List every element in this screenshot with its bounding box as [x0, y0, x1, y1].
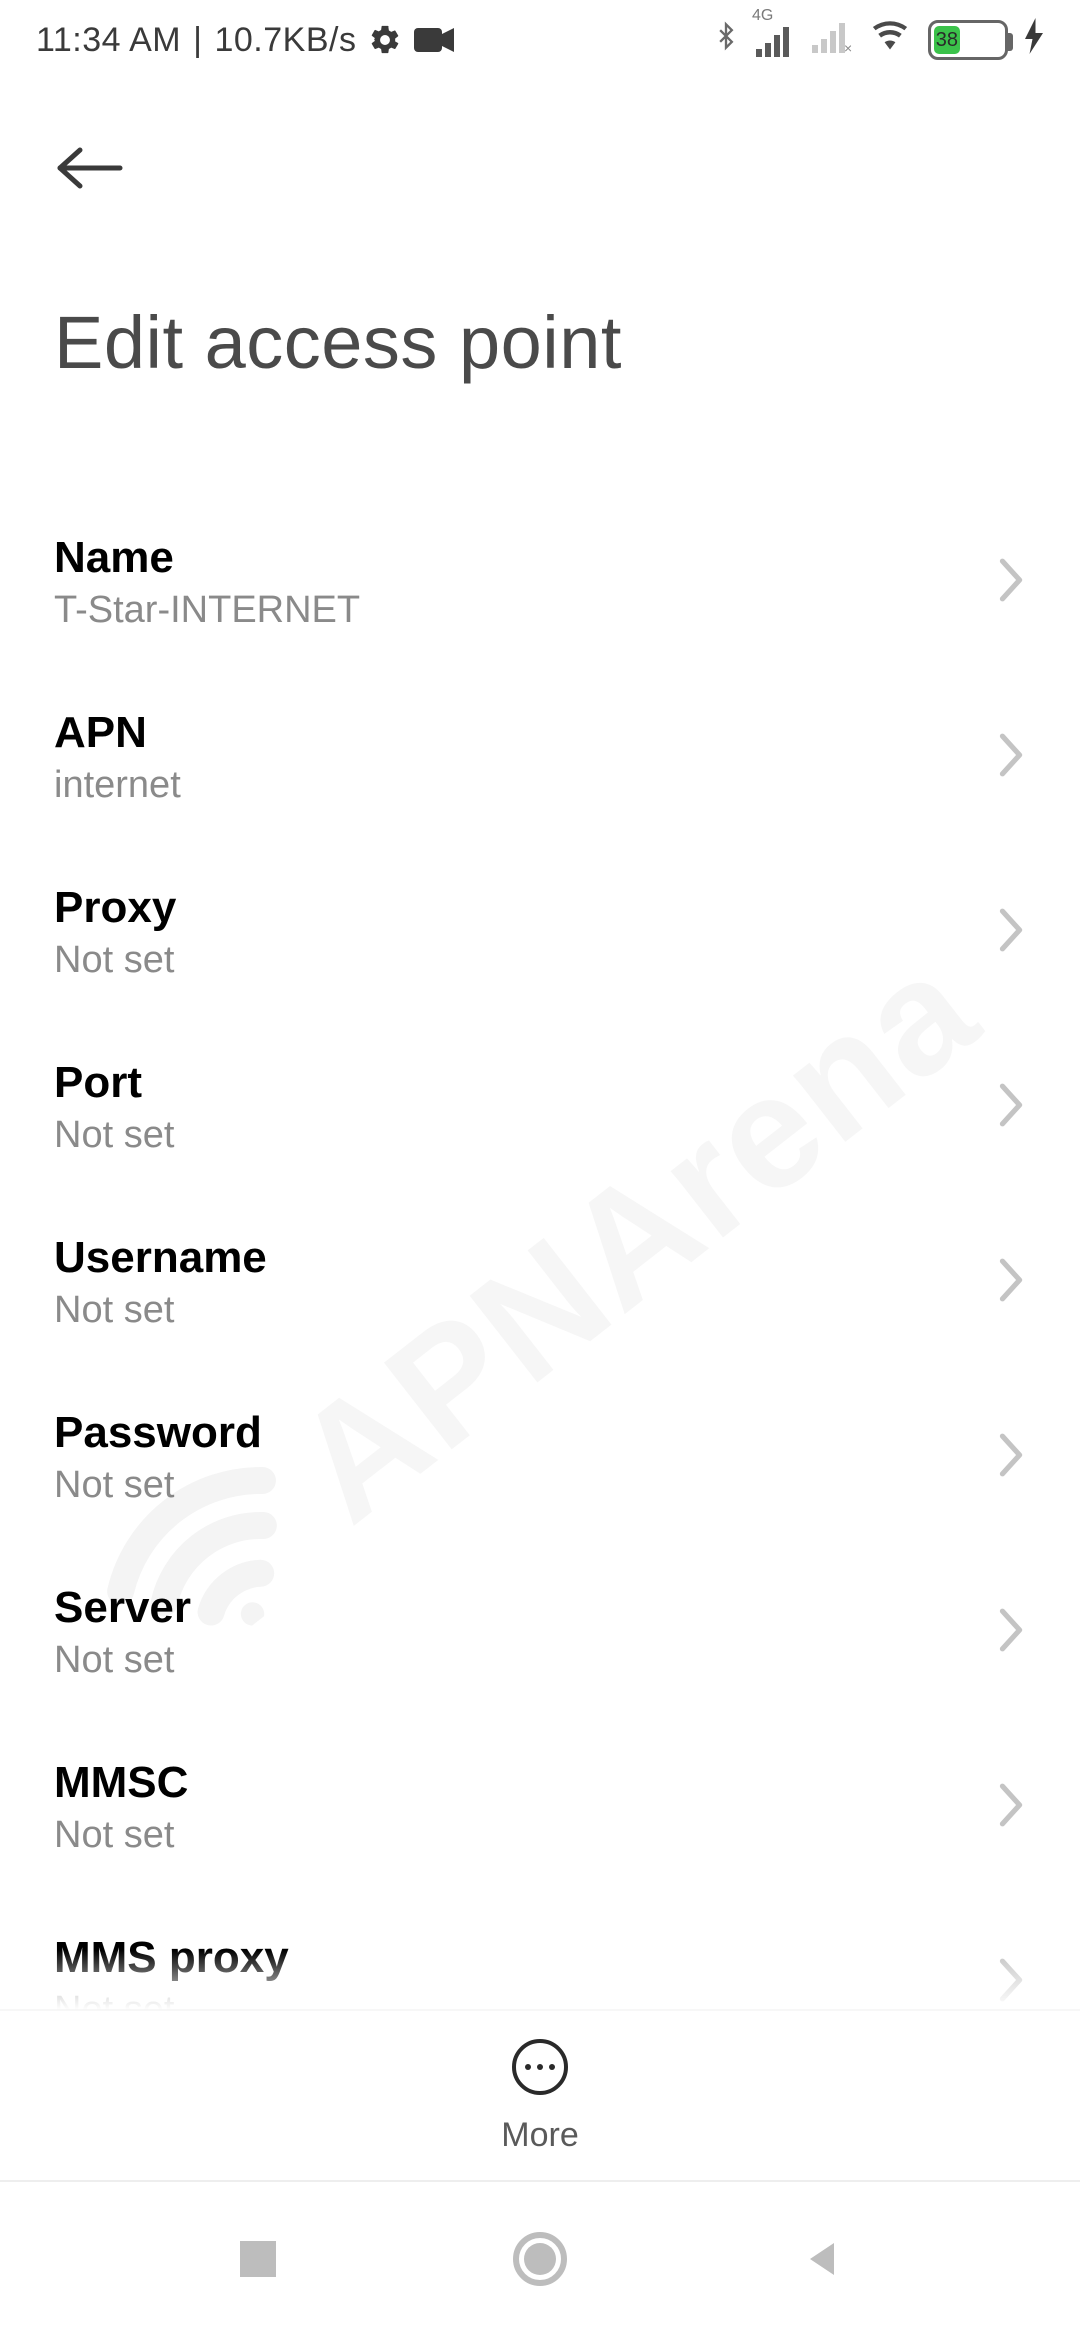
battery-level: 38 [934, 26, 960, 54]
battery-icon: 38 [928, 20, 1008, 60]
setting-label: MMSC [54, 1758, 976, 1808]
setting-label: Server [54, 1583, 976, 1633]
status-speed: 10.7KB/s [214, 21, 356, 60]
page-title: Edit access point [54, 300, 1026, 385]
setting-row-proxy[interactable]: Proxy Not set [0, 845, 1080, 1020]
setting-value: Not set [54, 1289, 976, 1332]
setting-label: Name [54, 533, 976, 583]
camera-icon [414, 26, 454, 54]
nav-back-button[interactable] [800, 2237, 844, 2286]
wifi-icon [868, 18, 912, 63]
setting-label: Password [54, 1408, 976, 1458]
bluetooth-icon [712, 16, 740, 65]
chevron-right-icon [996, 731, 1026, 784]
setting-value: internet [54, 764, 976, 807]
setting-row-server[interactable]: Server Not set [0, 1545, 1080, 1720]
chevron-right-icon [996, 1256, 1026, 1309]
status-separator: | [193, 21, 202, 60]
action-bar: More [0, 2010, 1080, 2180]
svg-text:×: × [844, 40, 852, 53]
chevron-right-icon [996, 1956, 1026, 2009]
more-icon [510, 2037, 570, 2102]
network-label: 4G [752, 7, 773, 25]
status-time: 11:34 AM [36, 21, 181, 60]
status-bar: 11:34 AM | 10.7KB/s 4G × 38 [0, 0, 1080, 80]
status-left: 11:34 AM | 10.7KB/s [36, 21, 454, 60]
battery-cap [1007, 33, 1013, 51]
setting-row-port[interactable]: Port Not set [0, 1020, 1080, 1195]
setting-row-username[interactable]: Username Not set [0, 1195, 1080, 1370]
setting-value: Not set [54, 1114, 976, 1157]
back-button[interactable] [54, 130, 134, 210]
setting-row-mmsc[interactable]: MMSC Not set [0, 1720, 1080, 1895]
setting-row-password[interactable]: Password Not set [0, 1370, 1080, 1545]
setting-value: Not set [54, 1639, 976, 1682]
setting-label: Port [54, 1058, 976, 1108]
chevron-right-icon [996, 556, 1026, 609]
status-right: 4G × 38 [712, 16, 1044, 65]
charging-bolt-icon [1024, 18, 1044, 62]
setting-value: Not set [54, 939, 976, 982]
chevron-right-icon [996, 1606, 1026, 1659]
more-button[interactable]: More [501, 2037, 578, 2155]
setting-value: T-Star-INTERNET [54, 589, 976, 632]
setting-row-name[interactable]: Name T-Star-INTERNET [0, 495, 1080, 670]
setting-label: APN [54, 708, 976, 758]
nav-recents-button[interactable] [236, 2237, 280, 2286]
chevron-right-icon [996, 906, 1026, 959]
setting-label: Proxy [54, 883, 976, 933]
settings-list: Name T-Star-INTERNET APN internet Proxy … [0, 495, 1080, 2070]
header: Edit access point [0, 80, 1080, 385]
setting-row-apn[interactable]: APN internet [0, 670, 1080, 845]
setting-label: MMS proxy [54, 1933, 976, 1983]
signal-4g-icon: 4G [756, 23, 796, 57]
setting-value: Not set [54, 1464, 976, 1507]
setting-value: Not set [54, 1814, 976, 1857]
chevron-right-icon [996, 1781, 1026, 1834]
nav-home-button[interactable] [512, 2231, 568, 2292]
chevron-right-icon [996, 1431, 1026, 1484]
gear-icon [368, 23, 402, 57]
chevron-right-icon [996, 1081, 1026, 1134]
more-label: More [501, 2116, 578, 2155]
arrow-left-icon [54, 144, 126, 197]
signal-nosim-icon: × [812, 19, 852, 62]
nav-bar [0, 2180, 1080, 2340]
setting-label: Username [54, 1233, 976, 1283]
